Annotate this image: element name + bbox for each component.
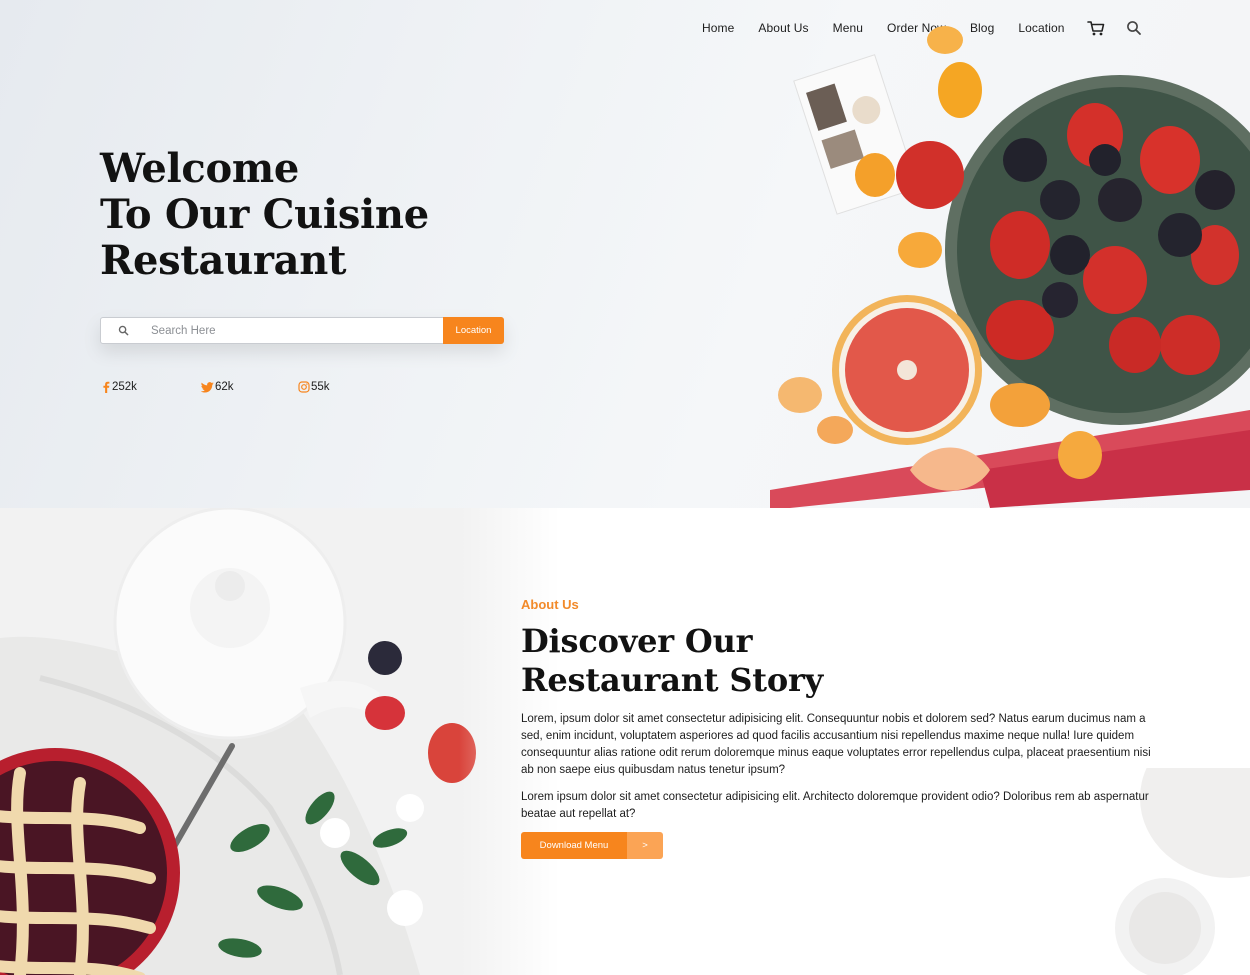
twitter-count: 62k	[215, 381, 234, 393]
instagram-count: 55k	[311, 381, 330, 393]
pie-and-teapot-image	[0, 508, 560, 975]
about-section: About Us Discover Our Restaurant Story L…	[0, 508, 1250, 975]
about-title: Discover Our Restaurant Story	[521, 622, 1021, 700]
download-arrow-button[interactable]: >	[627, 832, 663, 859]
social-twitter[interactable]: 62k	[201, 381, 298, 393]
social-stats: 252k 62k 55k	[101, 381, 330, 393]
hero-search-bar: Location	[100, 317, 504, 344]
download-menu-button[interactable]: Download Menu	[521, 832, 627, 859]
fruit-bowl-image	[770, 26, 1250, 508]
about-paragraph-2: Lorem ipsum dolor sit amet consectetur a…	[521, 791, 1149, 820]
facebook-count: 252k	[112, 381, 137, 393]
search-field-icon	[101, 318, 145, 343]
download-menu-control: Download Menu >	[521, 832, 663, 859]
about-title-line-1: Discover Our	[521, 622, 753, 660]
hero-title-line-1: Welcome	[100, 145, 300, 192]
social-facebook[interactable]: 252k	[101, 381, 201, 393]
facebook-icon	[103, 381, 110, 393]
hero-title-line-3: Restaurant	[100, 237, 347, 284]
about-eyebrow: About Us	[521, 597, 579, 612]
search-input[interactable]	[145, 318, 443, 343]
hero-title: Welcome To Our Cuisine Restaurant	[100, 146, 520, 284]
hero-title-line-2: To Our Cuisine	[100, 191, 429, 238]
about-paragraph-1: Lorem, ipsum dolor sit amet consectetur …	[521, 713, 1151, 776]
about-title-line-2: Restaurant Story	[521, 661, 824, 699]
instagram-icon	[298, 381, 310, 393]
social-instagram[interactable]: 55k	[298, 381, 330, 393]
nav-home[interactable]: Home	[702, 21, 734, 35]
hero-section: Home About Us Menu Order Now Blog Locati…	[0, 0, 1250, 508]
twitter-icon	[201, 381, 214, 393]
location-button[interactable]: Location	[443, 317, 504, 344]
